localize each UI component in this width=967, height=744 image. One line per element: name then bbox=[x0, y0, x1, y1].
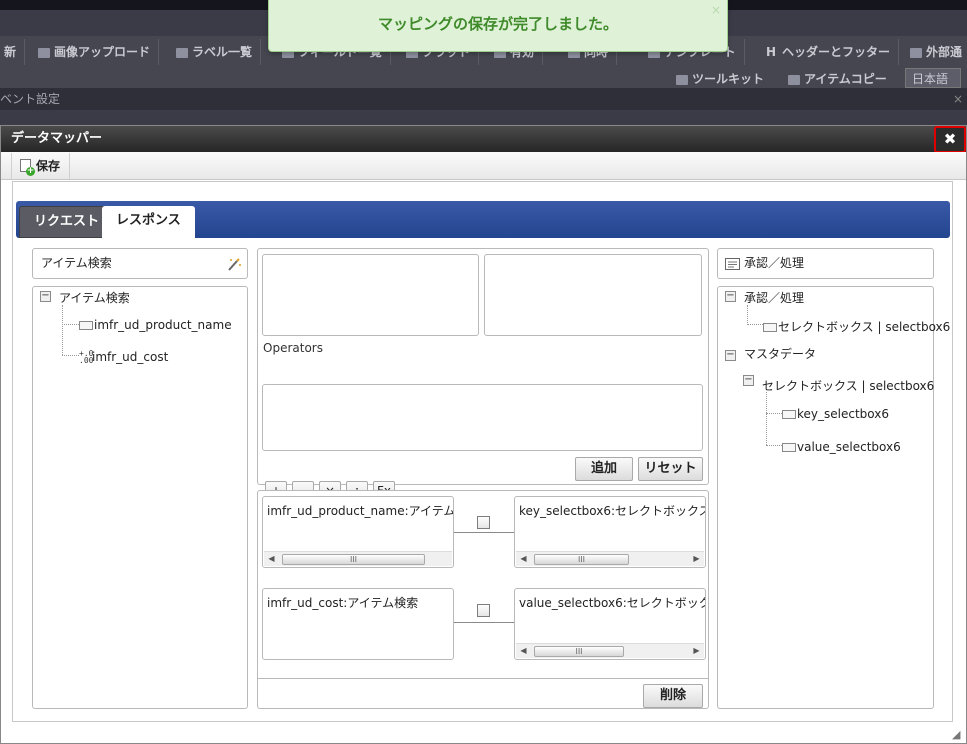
mapping-checkbox[interactable] bbox=[477, 516, 490, 529]
field-icon bbox=[782, 443, 796, 452]
dialog-title: データマッパー bbox=[1, 126, 966, 152]
field-icon bbox=[763, 323, 777, 332]
header-h-icon: H bbox=[766, 45, 777, 59]
target-panel-header: 承認／処理 bbox=[717, 248, 934, 279]
tree-connector bbox=[766, 445, 782, 446]
field-icon bbox=[79, 321, 93, 330]
resize-handle-icon[interactable]: ◢ bbox=[952, 729, 964, 741]
source-field-item[interactable]: imfr_ud_product_name bbox=[79, 318, 232, 332]
tree-connector bbox=[62, 305, 63, 355]
reset-button[interactable]: リセット bbox=[638, 457, 703, 481]
add-button[interactable]: 追加 bbox=[575, 457, 633, 481]
bg-tool-new: 新 bbox=[0, 39, 26, 65]
save-document-icon bbox=[20, 159, 35, 176]
bg-tool-image-upload: 画像アップロード bbox=[30, 39, 160, 65]
expression-editor[interactable] bbox=[262, 384, 703, 451]
collapse-icon[interactable]: − bbox=[743, 375, 754, 386]
mapping-target-box[interactable]: key_selectbox6:セレクトボックス | selectbox6 ◀ I… bbox=[514, 496, 706, 568]
bg-close-icon: × bbox=[952, 92, 963, 106]
tree-connector bbox=[62, 355, 79, 356]
save-button[interactable]: 保存 bbox=[11, 153, 71, 179]
source-field-item[interactable]: +.0.00imfr_ud_cost bbox=[79, 349, 168, 365]
source-tree-root[interactable]: アイテム検索 bbox=[59, 289, 130, 306]
mapping-connector bbox=[454, 532, 514, 533]
tree-connector bbox=[747, 305, 748, 325]
toast-close-icon[interactable]: × bbox=[711, 4, 721, 16]
horizontal-scrollbar[interactable]: ◀ III ▶ bbox=[516, 643, 704, 658]
tab-request[interactable]: リクエスト bbox=[19, 206, 115, 238]
bg-language-select: 日本語 bbox=[905, 68, 961, 88]
mapping-source-box[interactable]: imfr_ud_cost:アイテム検索 bbox=[262, 588, 454, 660]
dialog-body: リクエスト レスポンス アイテム検索 − アイテム検索 imfr_ud_prod… bbox=[12, 181, 953, 722]
data-mapper-dialog: データマッパー ✖ 保存 リクエスト レスポンス アイテム検索 − アイテム検索 bbox=[0, 125, 967, 744]
tree-connector bbox=[766, 413, 782, 414]
target-tree-root[interactable]: 承認／処理 bbox=[744, 289, 804, 306]
tab-bar: リクエスト レスポンス bbox=[16, 201, 950, 238]
horizontal-scrollbar[interactable]: ◀ III bbox=[264, 551, 452, 566]
tree-connector bbox=[747, 324, 763, 325]
collapse-icon[interactable]: − bbox=[40, 291, 51, 302]
success-toast: マッピングの保存が完了しました。 × bbox=[268, 0, 728, 52]
source-tree-panel: − アイテム検索 imfr_ud_product_name +.0.00imfr… bbox=[32, 286, 248, 709]
scroll-thumb[interactable]: III bbox=[282, 554, 425, 565]
tree-connector bbox=[766, 392, 767, 445]
scroll-left-icon[interactable]: ◀ bbox=[264, 552, 279, 566]
dialog-toolbar: 保存 bbox=[1, 152, 966, 180]
mapping-panel: imfr_ud_product_name:アイテム検索 ◀ III key_se… bbox=[257, 490, 709, 709]
mapping-checkbox[interactable] bbox=[477, 604, 490, 617]
copy-icon bbox=[788, 74, 800, 85]
target-field-item[interactable]: key_selectbox6 bbox=[782, 407, 889, 421]
list-icon bbox=[176, 47, 188, 58]
tree-connector bbox=[62, 324, 79, 325]
divider bbox=[258, 678, 708, 679]
bg-tool-external: 外部通 bbox=[902, 39, 967, 65]
scroll-thumb[interactable]: III bbox=[534, 646, 624, 657]
target-tree-panel: − 承認／処理 セレクトボックス | selectbox6 − マスタデータ −… bbox=[717, 286, 950, 709]
toast-message: マッピングの保存が完了しました。 bbox=[377, 15, 618, 33]
export-icon bbox=[910, 47, 922, 58]
magic-wand-icon[interactable] bbox=[226, 256, 242, 271]
horizontal-scrollbar[interactable]: ◀ III ▶ bbox=[516, 551, 704, 566]
bg-event-settings-title: イベント設定 × bbox=[0, 88, 967, 110]
toolkit-icon bbox=[676, 74, 688, 85]
scroll-right-icon[interactable]: ▶ bbox=[689, 644, 704, 658]
target-field-item[interactable]: value_selectbox6 bbox=[782, 440, 901, 454]
tab-response[interactable]: レスポンス bbox=[102, 206, 195, 238]
expression-source-box[interactable] bbox=[262, 254, 479, 336]
bg-tool-label-list: ラベル一覧 bbox=[168, 39, 262, 65]
mapping-target-box[interactable]: value_selectbox6:セレクトボックス | selectbox6 ◀… bbox=[514, 588, 706, 660]
mapping-source-box[interactable]: imfr_ud_product_name:アイテム検索 ◀ III bbox=[262, 496, 454, 568]
expression-target-box[interactable] bbox=[484, 254, 702, 336]
scroll-left-icon[interactable]: ◀ bbox=[516, 644, 531, 658]
collapse-icon[interactable]: − bbox=[725, 350, 736, 361]
target-master-selectbox[interactable]: セレクトボックス | selectbox6 bbox=[762, 377, 934, 394]
image-icon bbox=[38, 47, 50, 58]
form-icon bbox=[725, 258, 740, 270]
source-panel-header: アイテム検索 bbox=[32, 248, 248, 279]
delete-button[interactable]: 削除 bbox=[643, 684, 703, 708]
operators-label: Operators bbox=[263, 341, 323, 355]
mapping-connector bbox=[454, 622, 514, 623]
field-icon bbox=[782, 410, 796, 419]
scroll-thumb[interactable]: III bbox=[534, 554, 629, 565]
collapse-icon[interactable]: − bbox=[725, 291, 736, 302]
target-field-item[interactable]: セレクトボックス | selectbox6 bbox=[763, 318, 950, 335]
scroll-left-icon[interactable]: ◀ bbox=[516, 552, 531, 566]
dialog-close-button[interactable]: ✖ bbox=[934, 126, 966, 153]
target-master-root[interactable]: マスタデータ bbox=[744, 345, 816, 362]
bg-tool-header-footer: H ヘッダーとフッター bbox=[758, 39, 900, 65]
expression-panel: Operators 追加 リセット bbox=[257, 248, 709, 485]
number-field-icon: +.0.00 bbox=[79, 349, 94, 365]
scroll-right-icon[interactable]: ▶ bbox=[689, 552, 704, 566]
